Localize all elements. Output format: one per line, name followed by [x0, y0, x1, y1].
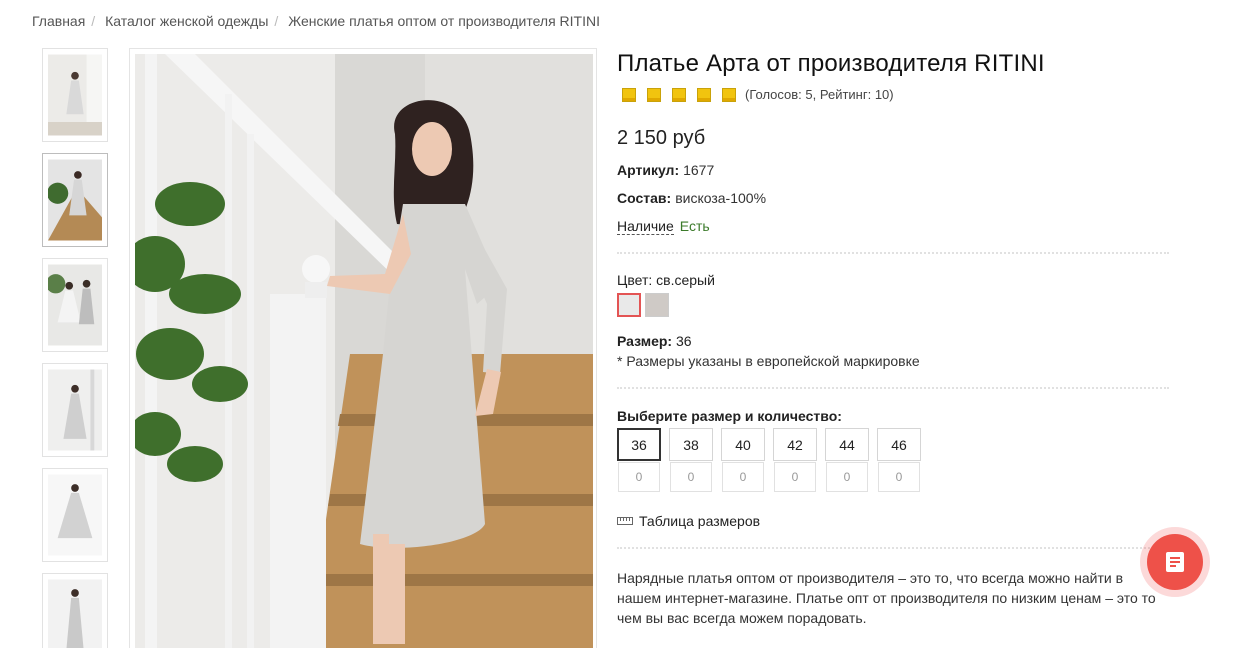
size-grid: 36 0 38 0 40 0 42 0 44 0 46 0 [617, 428, 1177, 492]
color-row: Цвет: св.серый [617, 272, 1177, 288]
composition-value: вискоза-100% [675, 190, 767, 206]
article-label: Артикул: [617, 162, 680, 178]
article-value: 1677 [683, 162, 715, 178]
composition-label: Состав: [617, 190, 672, 206]
thumbnail-5[interactable] [42, 468, 108, 562]
floating-action-button[interactable] [1140, 527, 1210, 597]
color-swatches [617, 293, 1177, 317]
product-info: Платье Арта от производителя RITINI (Гол… [617, 48, 1177, 628]
size-button-40[interactable]: 40 [721, 428, 765, 461]
divider [617, 387, 1169, 389]
product-description: Нарядные платья оптом от производителя –… [617, 570, 1156, 626]
size-row: Размер: 36 [617, 333, 1177, 349]
breadcrumb: Главная / Каталог женской одежды / Женские… [32, 13, 600, 29]
size-option: 42 0 [773, 428, 817, 492]
quantity-input[interactable]: 0 [670, 462, 712, 492]
size-button-44[interactable]: 44 [825, 428, 869, 461]
size-button-46[interactable]: 46 [877, 428, 921, 461]
breadcrumb-home[interactable]: Главная [32, 13, 85, 29]
star-icon[interactable] [647, 87, 661, 102]
size-option: 36 0 [617, 428, 661, 492]
ruler-icon [617, 517, 633, 525]
thumbnail-2[interactable] [42, 153, 108, 247]
document-icon [1166, 552, 1184, 572]
size-button-36[interactable]: 36 [617, 428, 661, 461]
star-icon[interactable] [672, 87, 686, 102]
quantity-input[interactable]: 0 [722, 462, 764, 492]
divider [617, 547, 1169, 549]
article-row: Артикул: 1677 [617, 162, 1177, 178]
size-button-42[interactable]: 42 [773, 428, 817, 461]
fab-circle[interactable] [1147, 534, 1203, 590]
thumbnail-6[interactable] [42, 573, 108, 648]
breadcrumb-separator: / [91, 13, 96, 29]
availability-label[interactable]: Наличие [617, 218, 674, 235]
star-icon[interactable] [697, 87, 711, 102]
thumbnail-4[interactable] [42, 363, 108, 457]
choose-size-label: Выберите размер и количество: [617, 408, 842, 424]
size-option: 38 0 [669, 428, 713, 492]
composition-row: Состав: вискоза-100% [617, 190, 1177, 206]
breadcrumb-current: Женские платья оптом от производителя RI… [288, 13, 600, 29]
quantity-input[interactable]: 0 [618, 462, 660, 492]
size-label: Размер: [617, 333, 673, 349]
quantity-input[interactable]: 0 [774, 462, 816, 492]
breadcrumb-separator: / [274, 13, 279, 29]
rating: (Голосов: 5, Рейтинг: 10) [622, 87, 1177, 102]
quantity-input[interactable]: 0 [878, 462, 920, 492]
star-icon[interactable] [722, 87, 736, 102]
star-icon[interactable] [622, 87, 636, 102]
thumbnail-list [42, 48, 108, 648]
size-value: 36 [675, 333, 692, 349]
price: 2 150 руб [617, 127, 706, 149]
rating-text: (Голосов: 5, Рейтинг: 10) [745, 87, 894, 102]
availability-row: Наличие Есть [617, 218, 1177, 235]
quantity-input[interactable]: 0 [826, 462, 868, 492]
main-product-image[interactable] [129, 48, 597, 648]
product-title: Платье Арта от производителя RITINI [617, 50, 1045, 77]
color-label: Цвет: [617, 272, 653, 288]
size-button-38[interactable]: 38 [669, 428, 713, 461]
size-option: 40 0 [721, 428, 765, 492]
divider [617, 252, 1169, 254]
color-swatch-grey[interactable] [645, 293, 669, 317]
size-option: 44 0 [825, 428, 869, 492]
size-note: * Размеры указаны в европейской маркиров… [617, 353, 920, 369]
size-option: 46 0 [877, 428, 921, 492]
product-photo [135, 54, 593, 648]
thumbnail-3[interactable] [42, 258, 108, 352]
size-table-link[interactable]: Таблица размеров [617, 513, 1177, 529]
size-table-label: Таблица размеров [639, 513, 761, 529]
color-swatch-light-grey[interactable] [617, 293, 641, 317]
availability-value: Есть [679, 218, 710, 234]
color-value: св.серый [656, 272, 715, 288]
thumbnail-1[interactable] [42, 48, 108, 142]
breadcrumb-catalog[interactable]: Каталог женской одежды [105, 13, 268, 29]
